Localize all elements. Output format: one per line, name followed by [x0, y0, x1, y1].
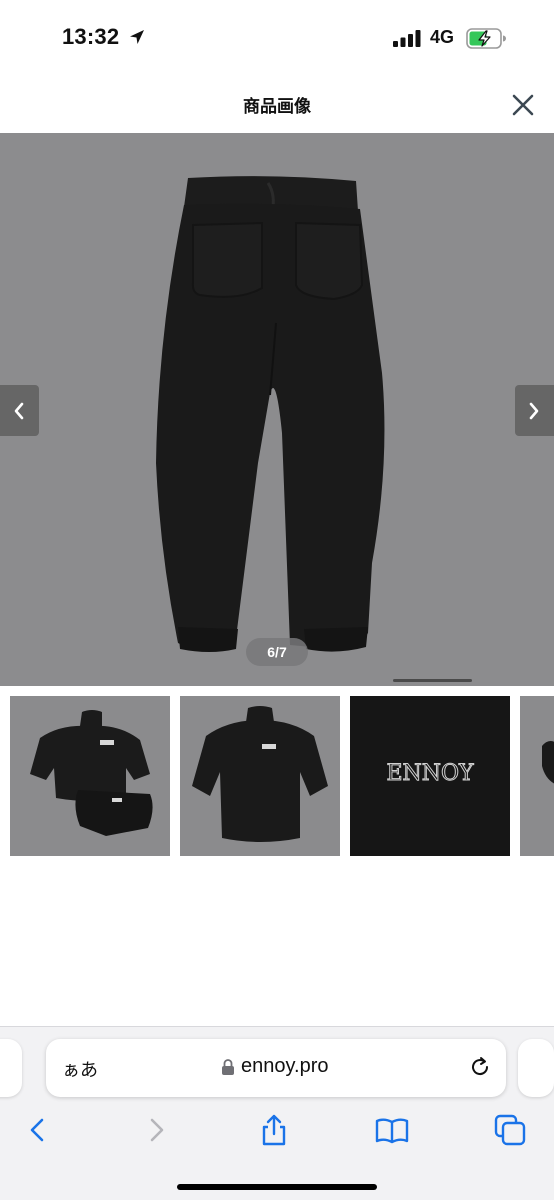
forward-icon[interactable] [138, 1112, 174, 1148]
status-bar: 13:32 4G [0, 0, 554, 76]
next-tab-preview[interactable] [518, 1039, 554, 1097]
sweatpants-image [156, 176, 385, 652]
battery-charging-icon [466, 28, 506, 49]
thumbnail-sweatshirt-image [180, 696, 340, 856]
thumbnail-sweatshirt[interactable] [180, 696, 340, 856]
image-counter: 6/7 [246, 638, 308, 666]
thumbnail-strip: ENNOY [0, 696, 554, 856]
thumbnail-set-image [10, 696, 170, 856]
svg-text:ENNOY: ENNOY [386, 761, 474, 786]
scroll-indicator [393, 679, 472, 682]
reload-icon[interactable] [468, 1055, 492, 1079]
close-icon[interactable] [508, 90, 538, 120]
thumbnail-logo-closeup[interactable]: ENNOY [350, 696, 510, 856]
browser-toolbar [0, 1106, 554, 1200]
location-arrow-icon [130, 30, 144, 44]
viewer-header: 商品画像 [0, 76, 554, 132]
page-settings-button[interactable]: ぁあ [62, 1056, 98, 1082]
main-product-image[interactable]: 6/7 [0, 133, 554, 686]
previous-image-button[interactable] [0, 385, 39, 436]
address-bar[interactable]: ぁあ ennoy.pro [46, 1039, 506, 1097]
browser-address-area: ぁあ ennoy.pro [0, 1026, 554, 1106]
chevron-right-icon [529, 402, 539, 420]
share-icon[interactable] [256, 1112, 292, 1148]
chevron-left-icon [14, 402, 24, 420]
thumbnail-set[interactable] [10, 696, 170, 856]
tabs-icon[interactable] [492, 1112, 528, 1148]
page-title: 商品画像 [243, 97, 311, 117]
thumbnail-partial[interactable] [520, 696, 554, 856]
back-icon[interactable] [20, 1112, 56, 1148]
network-type: 4G [430, 27, 455, 47]
thumbnail-partial-image [520, 696, 554, 856]
lock-icon [222, 1059, 234, 1075]
status-time: 13:32 [62, 24, 120, 49]
next-image-button[interactable] [515, 385, 554, 436]
cellular-signal-icon [393, 30, 421, 47]
home-indicator [177, 1184, 377, 1190]
thumbnail-logo-image: ENNOY [350, 696, 510, 856]
previous-tab-preview[interactable] [0, 1039, 22, 1097]
bookmarks-icon[interactable] [374, 1112, 410, 1148]
url-text: ennoy.pro [241, 1055, 329, 1077]
